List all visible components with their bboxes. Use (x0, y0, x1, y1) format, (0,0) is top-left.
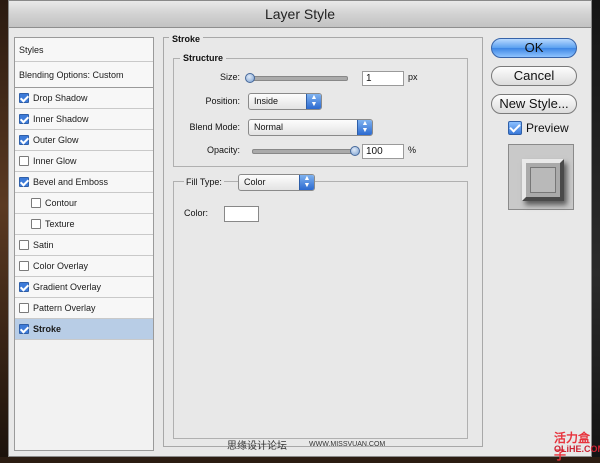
style-item-label: Inner Glow (33, 156, 77, 166)
style-item-label: Texture (45, 219, 75, 229)
background-edge-right (592, 0, 600, 457)
fill-type-label: Fill Type: (184, 177, 224, 187)
blend-mode-label: Blend Mode: (189, 122, 240, 132)
background-photo-edge (0, 0, 8, 457)
stroke-panel-title: Stroke (169, 34, 204, 44)
watermark-en: WWW.MISSVUAN.COM (309, 441, 386, 448)
style-item-checkbox[interactable] (19, 114, 29, 124)
position-select[interactable]: Inside ▲ ▼ (248, 93, 322, 110)
styles-header-label: Styles (19, 44, 44, 55)
style-item-checkbox[interactable] (19, 177, 29, 187)
blending-options-label: Blending Options: Custom (19, 69, 124, 80)
ok-button[interactable]: OK (491, 38, 577, 58)
style-preview-thumbnail (508, 144, 574, 210)
opacity-label: Opacity: (206, 145, 240, 155)
styles-list-header[interactable]: Styles (15, 38, 153, 62)
style-item-label: Bevel and Emboss (33, 177, 109, 187)
style-item-pattern-overlay[interactable]: Pattern Overlay (15, 298, 153, 319)
opacity-slider-track[interactable] (252, 149, 356, 154)
style-item-checkbox[interactable] (19, 135, 29, 145)
style-item-label: Contour (45, 198, 78, 208)
style-item-drop-shadow[interactable]: Drop Shadow (15, 88, 153, 109)
size-unit: px (408, 72, 418, 82)
size-slider-knob[interactable] (245, 73, 255, 83)
style-item-label: Satin (33, 240, 54, 250)
style-item-label: Pattern Overlay (33, 303, 96, 313)
style-item-label: Gradient Overlay (33, 282, 102, 292)
bevel-preview-inner (530, 167, 556, 193)
structure-group: Structure Size: 1 px Position: Inside ▲ ▼… (173, 53, 468, 167)
opacity-unit: % (408, 145, 417, 155)
watermark-logo-en: OLiHE.COM (554, 444, 600, 454)
fill-type-group: Fill Type: Color ▲ ▼ Color: (173, 174, 468, 439)
style-item-inner-shadow[interactable]: Inner Shadow (15, 109, 153, 130)
cancel-button[interactable]: Cancel (491, 66, 577, 86)
style-item-checkbox[interactable] (31, 219, 41, 229)
preview-label: Preview (526, 121, 569, 135)
style-item-label: Drop Shadow (33, 93, 88, 103)
style-item-label: Color Overlay (33, 261, 89, 271)
layer-style-dialog: Layer Style Styles Blending Options: Cus… (8, 0, 600, 462)
style-item-inner-glow[interactable]: Inner Glow (15, 151, 153, 172)
style-item-label: Outer Glow (33, 135, 79, 145)
new-style-button[interactable]: New Style... (491, 94, 577, 114)
style-item-contour[interactable]: Contour (15, 193, 153, 214)
select-arrows-icon: ▲ ▼ (299, 175, 314, 190)
style-item-stroke[interactable]: Stroke (15, 319, 153, 340)
stroke-color-swatch[interactable] (224, 206, 259, 222)
select-arrows-icon: ▲ ▼ (357, 120, 372, 135)
style-item-texture[interactable]: Texture (15, 214, 153, 235)
preview-checkbox[interactable] (508, 121, 522, 135)
position-select-value: Inside (254, 96, 279, 106)
style-item-label: Stroke (33, 324, 62, 334)
opacity-input[interactable]: 100 (362, 144, 404, 159)
fill-type-select-value: Color (244, 177, 266, 187)
style-item-checkbox[interactable] (19, 240, 29, 250)
style-item-gradient-overlay[interactable]: Gradient Overlay (15, 277, 153, 298)
style-item-checkbox[interactable] (19, 324, 29, 334)
style-item-checkbox[interactable] (31, 198, 41, 208)
fill-type-select[interactable]: Color ▲ ▼ (238, 174, 315, 191)
style-item-checkbox[interactable] (19, 261, 29, 271)
style-item-color-overlay[interactable]: Color Overlay (15, 256, 153, 277)
style-item-checkbox[interactable] (19, 93, 29, 103)
structure-group-title: Structure (180, 53, 227, 63)
blending-options-item[interactable]: Blending Options: Custom (15, 62, 153, 88)
watermark-cn: 思缘设计论坛 (227, 441, 287, 452)
opacity-slider-knob[interactable] (350, 146, 360, 156)
blend-mode-select[interactable]: Normal ▲ ▼ (248, 119, 373, 136)
style-item-checkbox[interactable] (19, 303, 29, 313)
style-item-satin[interactable]: Satin (15, 235, 153, 256)
blend-mode-select-value: Normal (254, 122, 284, 132)
select-arrows-icon: ▲ ▼ (306, 94, 321, 109)
styles-list: Styles Blending Options: Custom Drop Sha… (14, 37, 154, 451)
style-item-checkbox[interactable] (19, 156, 29, 166)
preview-toggle[interactable]: Preview (508, 121, 569, 135)
style-item-bevel-and-emboss[interactable]: Bevel and Emboss (15, 172, 153, 193)
size-slider-track[interactable] (246, 76, 348, 81)
position-label: Position: (205, 96, 240, 106)
dialog-title: Layer Style (9, 1, 591, 28)
color-label: Color: (184, 208, 209, 218)
style-item-checkbox[interactable] (19, 282, 29, 292)
size-input[interactable]: 1 (362, 71, 404, 86)
stroke-panel: Stroke Structure Size: 1 px Position: In… (163, 34, 483, 447)
style-item-label: Inner Shadow (33, 114, 89, 124)
style-item-outer-glow[interactable]: Outer Glow (15, 130, 153, 151)
size-label: Size: (219, 72, 240, 82)
bevel-preview-shape (522, 159, 564, 201)
